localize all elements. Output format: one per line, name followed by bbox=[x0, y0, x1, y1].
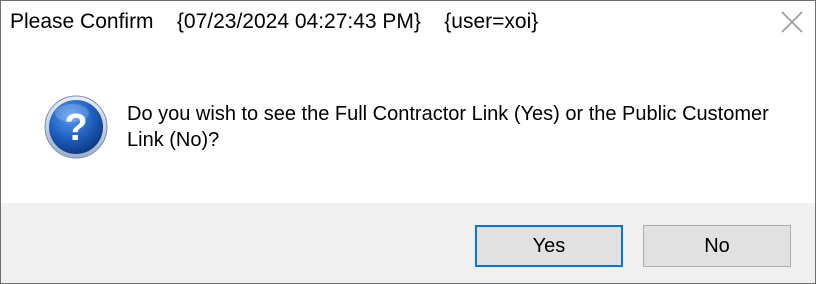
no-button[interactable]: No bbox=[643, 225, 791, 267]
yes-button[interactable]: Yes bbox=[475, 225, 623, 267]
close-icon bbox=[781, 11, 803, 33]
confirm-dialog: Please Confirm {07/23/2024 04:27:43 PM} … bbox=[0, 0, 816, 284]
button-bar: Yes No bbox=[1, 203, 815, 283]
message-text: Do you wish to see the Full Contractor L… bbox=[127, 103, 769, 151]
question-icon: ? bbox=[44, 95, 108, 159]
title-bar: Please Confirm {07/23/2024 04:27:43 PM} … bbox=[1, 1, 815, 45]
svg-text:?: ? bbox=[64, 107, 87, 149]
window-title: Please Confirm {07/23/2024 04:27:43 PM} … bbox=[10, 10, 539, 33]
message-area: ? Do you wish to see the Full Contractor… bbox=[1, 45, 815, 201]
close-button[interactable] bbox=[777, 7, 807, 37]
